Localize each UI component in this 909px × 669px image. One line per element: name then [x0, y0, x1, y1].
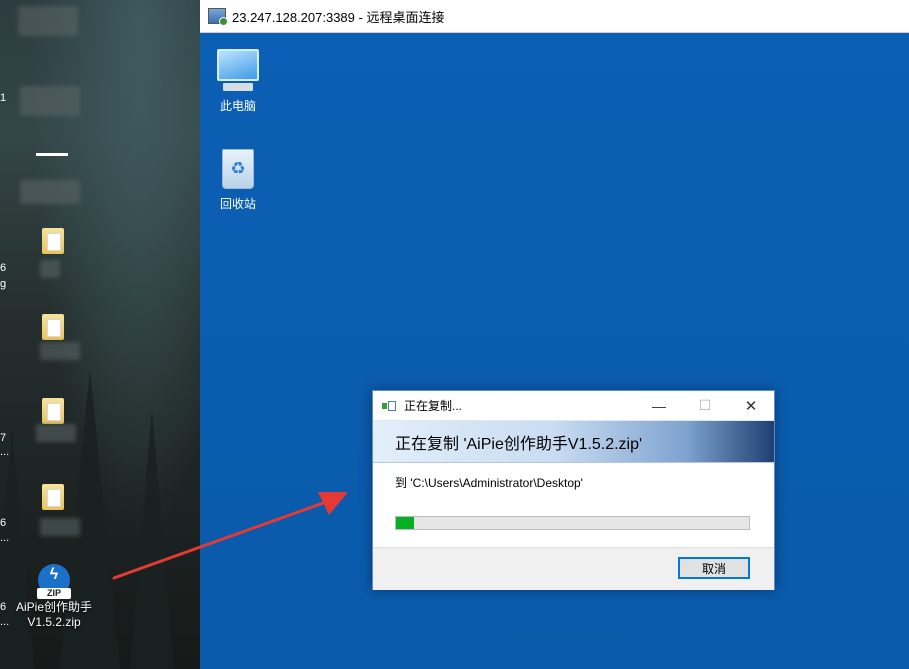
blurred-icon [20, 180, 80, 204]
dialog-footer: 取消 [373, 547, 774, 590]
maximize-button[interactable]: ☐ [682, 391, 728, 420]
copy-icon [382, 400, 396, 411]
file-icon [42, 314, 64, 340]
dialog-title: 正在复制... [404, 399, 463, 413]
edge-text: 7 [0, 432, 7, 444]
dialog-header: 正在复制 'AiPie创作助手V1.5.2.zip' [373, 420, 774, 463]
edge-text: 6 [0, 262, 7, 274]
desktop-file[interactable] [0, 228, 64, 278]
zip-tag: ZIP [37, 588, 71, 599]
dialog-body: 到 'C:\Users\Administrator\Desktop' [373, 463, 774, 547]
recycle-bin-label: 回收站 [219, 197, 256, 211]
edge-text: 6 [0, 601, 7, 613]
this-pc-icon [217, 49, 259, 81]
progress-fill [396, 517, 414, 529]
blurred-icon [20, 86, 80, 116]
blurred-label [36, 424, 76, 442]
blurred-label [40, 342, 80, 360]
file-icon [42, 398, 64, 424]
remote-desktop-app-icon [208, 8, 228, 26]
this-pc-label: 此电脑 [219, 99, 256, 113]
keyboard-icon [223, 83, 253, 91]
dialog-titlebar[interactable]: 正在复制... — ☐ ✕ [373, 391, 774, 420]
this-pc-shortcut[interactable]: 此电脑 [203, 41, 273, 114]
destination-path: 到 'C:\Users\Administrator\Desktop' [395, 476, 583, 490]
desktop-file[interactable] [0, 484, 80, 536]
blurred-icon [18, 6, 78, 36]
recycle-bin-icon [222, 149, 254, 189]
zip-file-item[interactable]: ZIP AiPie创作助手V1.5.2.zip [14, 564, 94, 630]
desktop-file[interactable] [0, 398, 76, 448]
file-icon [42, 228, 64, 254]
close-button[interactable]: ✕ [728, 391, 774, 420]
minimize-button[interactable]: — [636, 391, 682, 420]
remote-desktop-title: 23.247.128.207:3389 - 远程桌面连接 [232, 9, 445, 25]
edge-text: 6 [0, 517, 7, 529]
remote-desktop-titlebar[interactable]: 23.247.128.207:3389 - 远程桌面连接 [200, 0, 909, 33]
desktop-dash [36, 153, 68, 156]
recycle-bin-shortcut[interactable]: 回收站 [203, 139, 273, 212]
edge-text: 1 [0, 92, 7, 104]
edge-text: ... [0, 446, 10, 458]
edge-text: g [0, 278, 7, 290]
copy-heading: 正在复制 'AiPie创作助手V1.5.2.zip' [395, 435, 643, 453]
desktop-file[interactable] [0, 314, 80, 364]
blurred-label [40, 260, 60, 278]
zip-archive-icon: ZIP [37, 564, 71, 599]
progress-bar [395, 516, 750, 530]
wallpaper-tree [130, 409, 174, 669]
edge-text: ... [0, 616, 10, 628]
wallpaper-tree [0, 429, 34, 669]
blurred-label [40, 518, 80, 536]
file-icon [42, 484, 64, 510]
copy-progress-dialog: 正在复制... — ☐ ✕ 正在复制 'AiPie创作助手V1.5.2.zip'… [372, 390, 775, 590]
local-desktop: 1 6 g 7 ... 6 ... 6 ... ZIP AiPie创作助手V1.… [0, 0, 200, 669]
cancel-button[interactable]: 取消 [678, 557, 750, 579]
zip-file-label: AiPie创作助手V1.5.2.zip [15, 600, 92, 629]
edge-text: ... [0, 532, 10, 544]
